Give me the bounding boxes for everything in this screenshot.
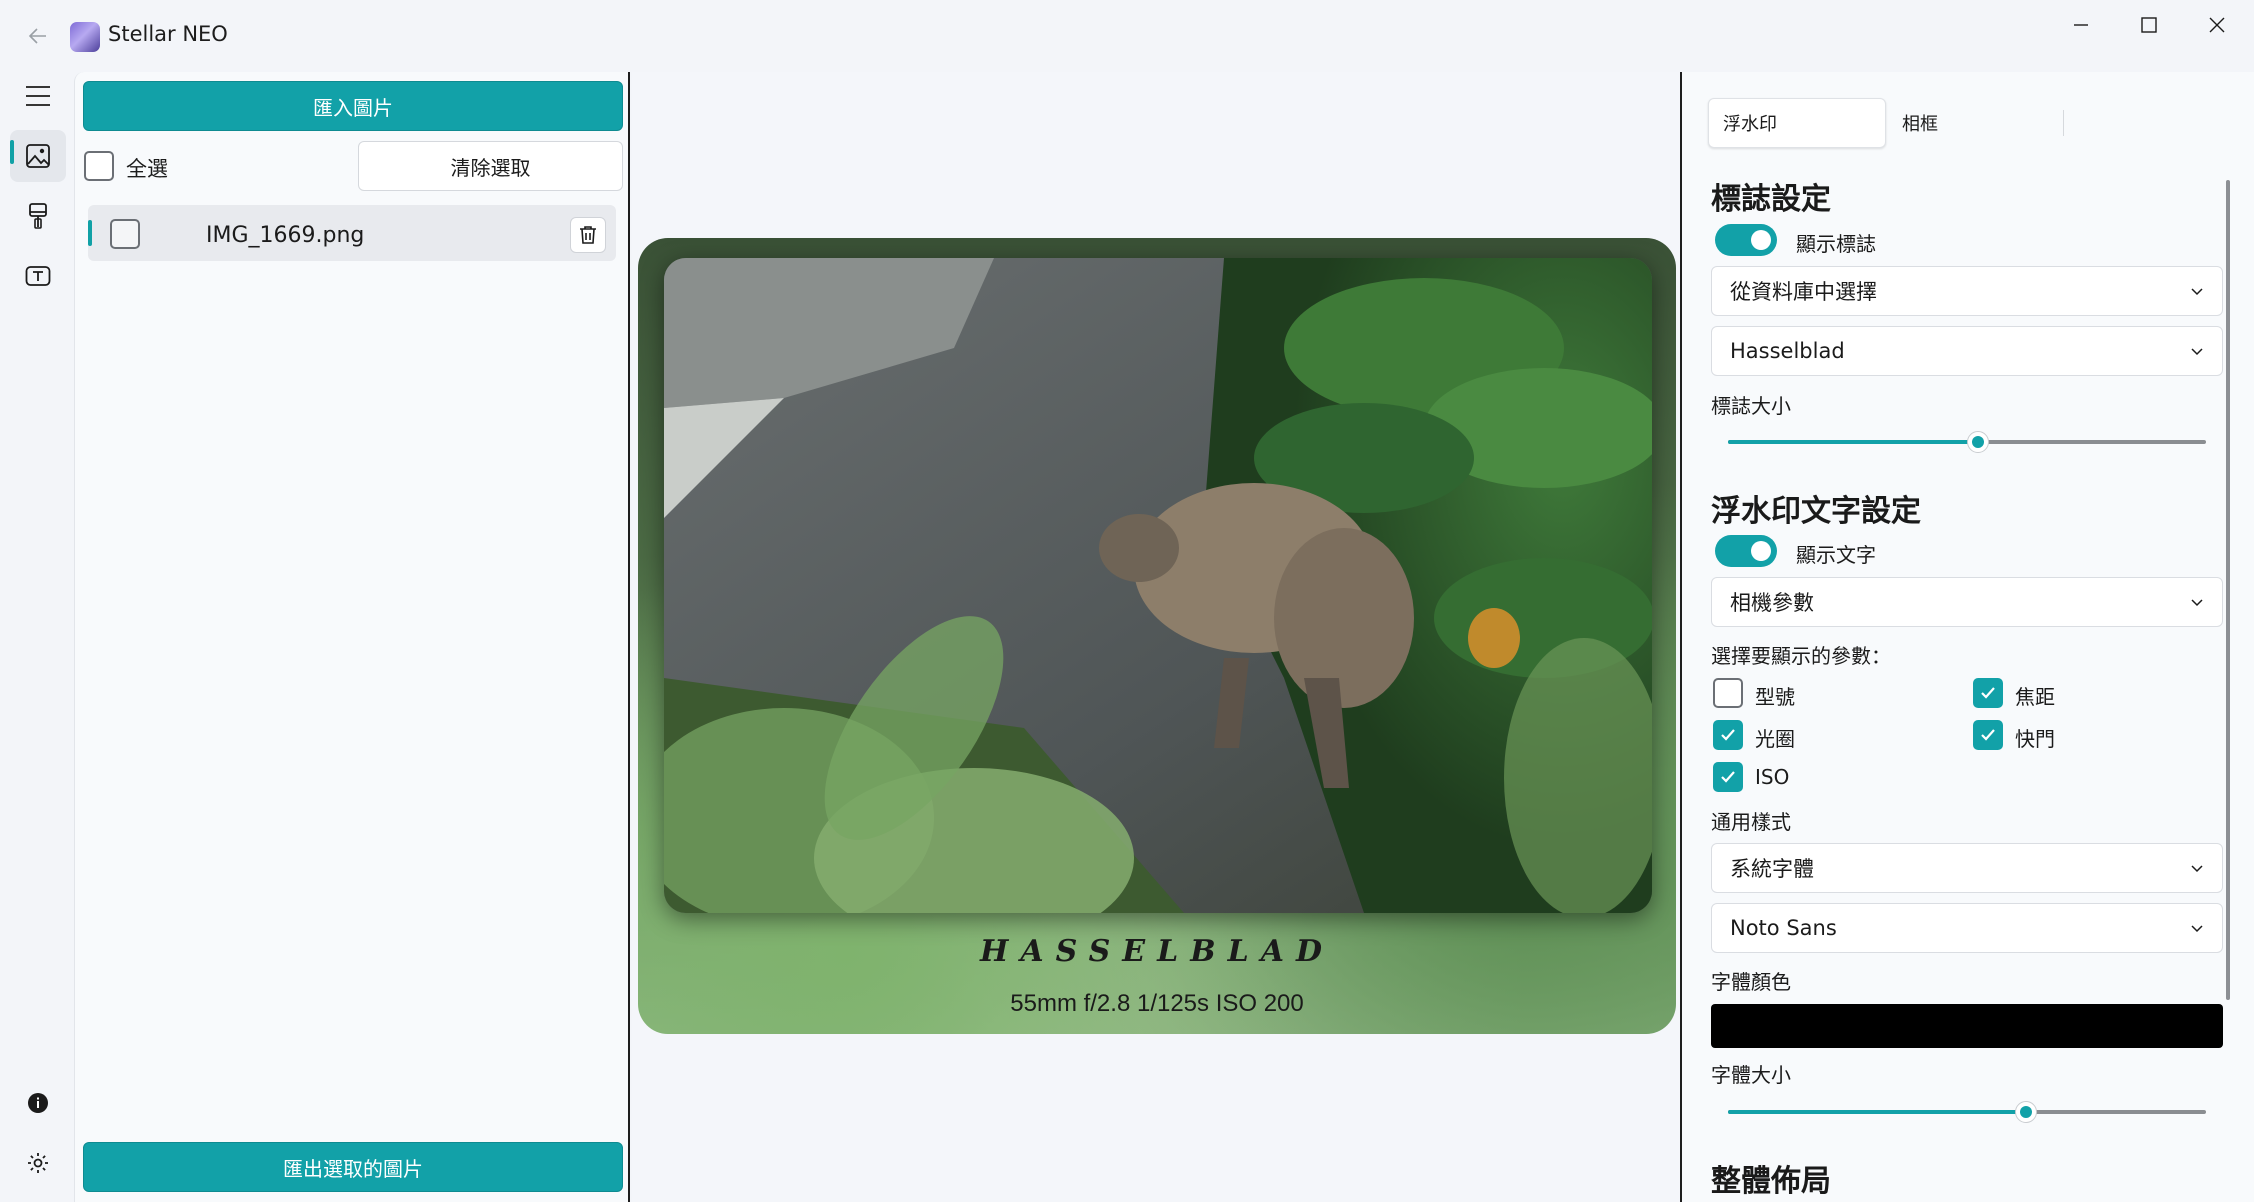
general-style-label: 通用樣式 <box>1711 810 1791 834</box>
logo-source-select[interactable]: 從資料庫中選擇 <box>1711 266 2223 316</box>
menu-button[interactable] <box>10 70 66 122</box>
font-size-slider-thumb[interactable] <box>2015 1101 2037 1123</box>
font-value: Noto Sans <box>1730 916 1837 940</box>
font-select[interactable]: Noto Sans <box>1711 903 2223 953</box>
file-name: IMG_1669.png <box>206 223 365 248</box>
info-icon <box>28 1093 48 1113</box>
text-content-value: 相機參數 <box>1730 591 1814 615</box>
param-model-checkbox[interactable] <box>1713 678 1743 708</box>
logo-size-label: 標誌大小 <box>1711 394 1791 418</box>
check-icon <box>1981 687 1995 699</box>
show-text-toggle[interactable] <box>1715 535 1777 567</box>
brush-icon <box>29 203 47 229</box>
logo-settings-title: 標誌設定 <box>1711 182 1831 217</box>
show-logo-label: 顯示標誌 <box>1796 232 1876 256</box>
settings-button[interactable] <box>10 1137 66 1189</box>
tab-divider <box>2063 110 2064 136</box>
watermark-params-text: 55mm f/2.8 1/125s ISO 200 <box>1010 990 1304 1017</box>
logo-select[interactable]: Hasselblad <box>1711 326 2223 376</box>
nav-images-button[interactable] <box>10 130 66 182</box>
param-model-label: 型號 <box>1755 685 1795 709</box>
minimize-icon <box>2074 24 2088 26</box>
check-icon <box>1721 771 1735 783</box>
tab-watermark[interactable]: 浮水印 <box>1708 98 1886 148</box>
check-icon <box>1981 729 1995 741</box>
minimize-button[interactable] <box>2047 0 2115 50</box>
nav-active-indicator <box>10 140 14 164</box>
app-logo <box>70 22 100 52</box>
about-button[interactable] <box>10 1077 66 1129</box>
menu-icon <box>26 86 50 106</box>
slider-thumb-dot <box>2020 1106 2032 1118</box>
font-color-label: 字體顏色 <box>1711 970 1791 994</box>
text-settings-title: 浮水印文字設定 <box>1711 494 1921 529</box>
logo-value: Hasselblad <box>1730 339 1845 363</box>
font-source-select[interactable]: 系統字體 <box>1711 843 2223 893</box>
chevron-down-icon <box>2191 925 2203 933</box>
params-label: 選擇要顯示的參數： <box>1711 644 1891 668</box>
select-all-label: 全選 <box>126 157 168 181</box>
title-bar <box>0 0 2254 72</box>
font-size-label: 字體大小 <box>1711 1063 1791 1087</box>
toggle-knob <box>1751 541 1771 561</box>
chevron-down-icon <box>2191 348 2203 356</box>
export-selected-button[interactable]: 匯出選取的圖片 <box>83 1142 623 1192</box>
nav-text-button[interactable] <box>10 250 66 302</box>
param-focal-label: 焦距 <box>2015 685 2055 709</box>
logo-size-slider-thumb[interactable] <box>1967 431 1989 453</box>
slider-thumb-dot <box>1972 436 1984 448</box>
gear-icon <box>28 1153 48 1173</box>
close-button[interactable] <box>2183 0 2251 50</box>
import-images-button[interactable]: 匯入圖片 <box>83 81 623 131</box>
param-focal-checkbox[interactable] <box>1973 678 2003 708</box>
param-aperture-checkbox[interactable] <box>1713 720 1743 750</box>
check-icon <box>1721 729 1735 741</box>
delete-file-button[interactable] <box>570 217 606 253</box>
tab-frame[interactable]: 相框 <box>1888 98 2066 148</box>
chevron-down-icon <box>2191 865 2203 873</box>
preview-photo <box>664 258 1652 913</box>
show-text-label: 顯示文字 <box>1796 543 1876 567</box>
image-icon <box>26 144 50 168</box>
param-aperture-label: 光圈 <box>1755 727 1795 751</box>
font-source-value: 系統字體 <box>1730 857 1814 881</box>
nav-style-button[interactable] <box>10 190 66 242</box>
watermark-brand-text: HASSELBLAD <box>980 934 1334 969</box>
maximize-icon <box>2141 17 2157 33</box>
photo-image <box>664 258 1652 913</box>
trash-icon <box>580 226 596 244</box>
toggle-knob <box>1751 230 1771 250</box>
maximize-button[interactable] <box>2115 0 2183 50</box>
chevron-down-icon <box>2191 288 2203 296</box>
back-arrow-icon <box>28 28 46 44</box>
text-content-select[interactable]: 相機參數 <box>1711 577 2223 627</box>
text-box-icon <box>25 266 51 286</box>
param-iso-checkbox[interactable] <box>1713 762 1743 792</box>
close-icon <box>2209 17 2225 33</box>
font-color-swatch[interactable] <box>1711 1004 2223 1048</box>
logo-source-value: 從資料庫中選擇 <box>1730 280 1877 304</box>
file-checkbox[interactable] <box>110 219 140 249</box>
param-iso-label: ISO <box>1755 765 1790 789</box>
clear-selection-button[interactable]: 清除選取 <box>358 141 623 191</box>
logo-size-slider-fill <box>1728 440 1978 444</box>
show-logo-toggle[interactable] <box>1715 224 1777 256</box>
settings-scrollbar[interactable] <box>2226 180 2230 1000</box>
chevron-down-icon <box>2191 599 2203 607</box>
app-title: Stellar NEO <box>108 22 228 46</box>
param-shutter-label: 快門 <box>2015 727 2055 751</box>
back-button[interactable] <box>16 14 60 58</box>
select-all-checkbox[interactable] <box>84 151 114 181</box>
param-shutter-checkbox[interactable] <box>1973 720 2003 750</box>
layout-settings-title: 整體佈局 <box>1711 1164 1831 1199</box>
file-active-indicator <box>88 220 92 246</box>
font-size-slider-fill <box>1728 1110 2026 1114</box>
